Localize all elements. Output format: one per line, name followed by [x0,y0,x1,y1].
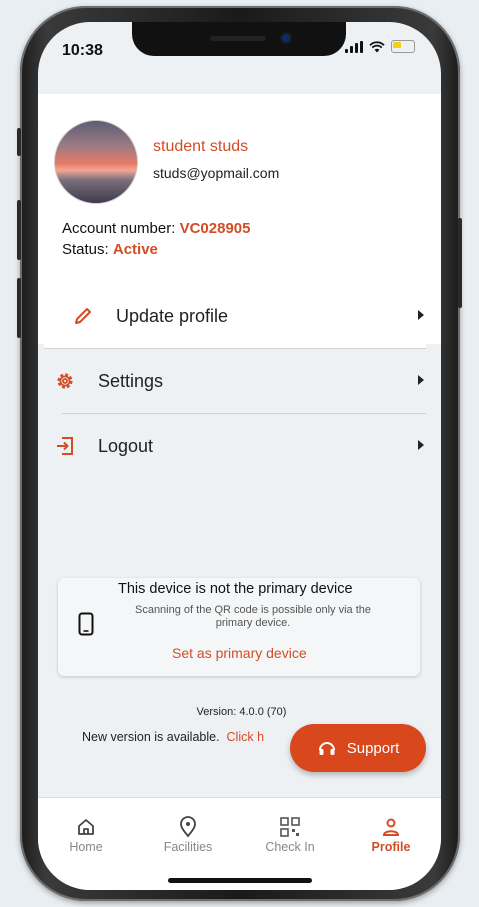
speaker-grill [210,36,266,41]
notch [132,22,346,56]
app-screen: 10:38 student studs studs@yopmail.com Ac… [38,22,441,890]
set-primary-device-link[interactable]: Set as primary device [172,645,307,661]
phone-volume-down [17,278,21,338]
status-row: Status: Active [62,241,158,258]
menu-item-label: Settings [98,370,164,391]
support-label: Support [346,739,400,757]
pencil-icon [72,305,94,327]
tab-label: Facilities [163,840,213,854]
status-time: 10:38 [62,42,103,59]
bottom-tab-bar: Home Facilities Check In Profile [38,797,441,890]
menu-item-update-profile[interactable]: Update profile [44,284,426,349]
user-name: student studs [153,138,249,155]
device-notice-subtitle: Scanning of the QR code is possible only… [134,604,372,629]
menu-item-logout[interactable]: Logout [57,414,426,478]
tab-label: Check In [265,840,315,854]
phone-power-button [458,218,462,308]
gear-icon [54,370,76,392]
primary-device-notice: This device is not the primary device Sc… [58,578,420,676]
wifi-icon [369,40,385,52]
account-number-value: VC028905 [179,220,251,237]
device-notice-title: This device is not the primary device [118,581,353,597]
tab-profile[interactable]: Profile [351,816,431,854]
menu-item-label: Logout [98,435,154,456]
profile-content: student studs studs@yopmail.com Account … [38,94,441,744]
camera-icon [282,34,290,42]
phone-silent-switch [17,128,21,156]
tab-facilities[interactable]: Facilities [148,816,228,854]
tab-label: Home [69,840,103,854]
home-icon [46,816,126,838]
home-indicator[interactable] [168,878,312,883]
logout-icon [54,435,76,457]
new-version-notice: New version is available. Click h [82,730,264,744]
signal-icon [345,40,363,53]
status-icons [345,40,415,53]
tab-label: Profile [371,840,411,854]
support-button[interactable]: Support [290,724,426,772]
status-value: Active [112,241,158,258]
mobile-phone-icon [78,612,94,636]
chevron-right-icon [418,310,424,320]
battery-icon [391,40,415,53]
new-version-text: New version is available. [82,730,220,744]
app-version: Version: 4.0.0 (70) [196,706,287,718]
tab-check-in[interactable]: Check In [250,816,330,854]
user-icon [351,816,431,838]
headset-icon [318,742,335,755]
profile-menu: Update profile Settings Logout [44,284,426,478]
qr-code-icon [250,816,330,838]
user-email: studs@yopmail.com [153,165,280,181]
account-number-label: Account number: [62,220,176,237]
menu-item-settings[interactable]: Settings [57,349,426,414]
update-link[interactable]: Click h [227,730,265,744]
menu-item-label: Update profile [116,305,229,326]
chevron-right-icon [418,375,424,385]
phone-volume-up [17,200,21,260]
tab-home[interactable]: Home [46,816,126,854]
status-label: Status: [62,241,109,258]
chevron-right-icon [418,440,424,450]
account-number-row: Account number: VC028905 [62,220,250,237]
location-pin-icon [148,816,228,838]
avatar[interactable] [54,120,138,204]
